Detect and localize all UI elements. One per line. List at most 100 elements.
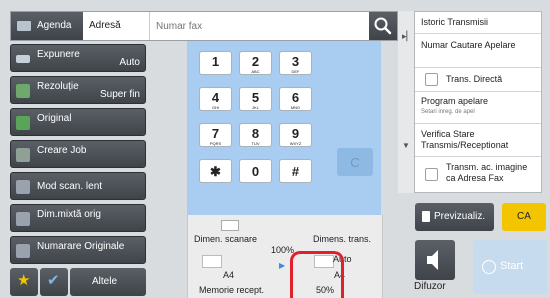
key-9-digit: 9: [291, 126, 300, 141]
send-image-as-fax-label: Transm. ac. imagine ca Adresa Fax: [446, 162, 528, 183]
key-1-digit: 1: [211, 54, 220, 69]
exposure-icon: [16, 55, 30, 63]
key-6-digit: 6: [291, 90, 300, 105]
key-2-letters: ABC: [251, 69, 260, 74]
clear-key-label: C: [350, 155, 360, 170]
send-image-as-fax-item[interactable]: Transm. ac. imagine ca Adresa Fax: [415, 157, 541, 192]
scan-size-label: Dimen. scanare: [194, 234, 258, 244]
direct-transmission-item[interactable]: Trans. Directă: [415, 68, 541, 92]
send-image-as-fax-checkbox[interactable]: [425, 168, 438, 181]
resolution-button[interactable]: Rezoluție Super fin: [10, 76, 146, 104]
key-7-letters: PQRS: [209, 141, 222, 146]
check-status-label: Verifica Stare Transmis/Receptionat: [421, 129, 509, 150]
speaker-label: Difuzor: [414, 281, 446, 292]
scroll-down-icon[interactable]: ▼: [402, 141, 410, 150]
key-7[interactable]: 7 PQRS: [199, 123, 232, 147]
ratio-value: 100%: [271, 245, 295, 255]
key-1[interactable]: 1: [199, 51, 232, 75]
scan-size-icon: [221, 220, 239, 231]
expand-panel-icon[interactable]: ▸▏: [402, 31, 413, 42]
key-2-digit: 2: [251, 54, 260, 69]
key-6-letters: MNO: [290, 105, 301, 110]
program-dial-label: Program apelare: [421, 96, 489, 106]
slow-scan-icon: [16, 180, 30, 194]
program-dial-sublabel: Setari inreg. de apel: [421, 109, 475, 115]
preview-button[interactable]: Previzualiz.: [415, 203, 494, 231]
memory-value: 50%: [316, 285, 335, 295]
key-hash[interactable]: #: [279, 159, 312, 183]
start-label: Start: [500, 260, 524, 272]
direct-transmission-label: Trans. Directă: [446, 74, 503, 84]
transmission-history-label: Istoric Transmisii: [421, 17, 489, 27]
direct-transmission-checkbox[interactable]: [425, 73, 438, 86]
preview-label: Previzualiz.: [434, 211, 486, 222]
other-button[interactable]: Altele: [70, 268, 146, 296]
key-3-digit: 3: [291, 54, 300, 69]
speaker-button[interactable]: [415, 240, 455, 280]
original-count-icon: [16, 244, 30, 258]
key-6[interactable]: 6 MNO: [279, 87, 312, 111]
address-book-icon: [17, 21, 31, 31]
key-9-letters: WXYZ: [289, 141, 302, 146]
job-build-label: Creare Job: [37, 145, 87, 156]
number-search-dial-label: Numar Cautare Apelare: [421, 40, 516, 50]
scan-paper-icon: [202, 255, 222, 268]
key-9[interactable]: 9 WXYZ: [279, 123, 312, 147]
other-label: Altele: [92, 276, 118, 287]
start-icon: [482, 260, 496, 274]
arrow-right-icon: ▶: [279, 261, 286, 270]
key-5[interactable]: 5 JKL: [239, 87, 272, 111]
check-status-item[interactable]: Verifica Stare Transmis/Receptionat: [415, 124, 541, 157]
check-button[interactable]: ✔: [40, 268, 68, 296]
key-0-digit: 0: [251, 164, 260, 179]
search-icon: [374, 17, 392, 35]
key-8[interactable]: 8 TUV: [239, 123, 272, 147]
key-5-letters: JKL: [252, 105, 259, 110]
exposure-button[interactable]: Expunere Auto: [10, 44, 146, 72]
mixed-size-label: Dim.mixtă orig: [37, 209, 101, 220]
key-2[interactable]: 2 ABC: [239, 51, 272, 75]
agenda-label: Agenda: [37, 20, 72, 31]
exposure-label: Expunere: [37, 49, 80, 60]
preview-icon: [422, 211, 430, 222]
program-dial-item[interactable]: Program apelare Setari inreg. de apel: [415, 92, 541, 124]
fax-number-input[interactable]: [149, 12, 369, 40]
clear-all-button[interactable]: CA: [502, 203, 546, 231]
favorites-button[interactable]: ★: [10, 268, 38, 296]
original-button[interactable]: Original: [10, 108, 146, 136]
original-label: Original: [37, 113, 72, 124]
speaker-icon: [427, 250, 438, 270]
address-bar: Agenda Adresă: [10, 11, 398, 41]
transmission-history-item[interactable]: Istoric Transmisii: [415, 12, 541, 34]
key-7-digit: 7: [211, 126, 220, 141]
key-8-digit: 8: [251, 126, 260, 141]
slow-scan-button[interactable]: Mod scan. lent: [10, 172, 146, 200]
action-panel: Istoric Transmisii Numar Cautare Apelare…: [414, 11, 542, 193]
job-build-button[interactable]: Creare Job: [10, 140, 146, 168]
clear-key[interactable]: C: [337, 148, 373, 176]
clear-all-label: CA: [517, 211, 531, 222]
key-hash-symbol: #: [291, 164, 300, 179]
slow-scan-label: Mod scan. lent: [37, 181, 103, 192]
key-4-digit: 4: [211, 90, 220, 105]
resolution-label: Rezoluție: [37, 81, 79, 92]
key-asterisk[interactable]: ✱: [199, 159, 232, 183]
memory-label: Memorie recept.: [199, 285, 265, 295]
original-count-button[interactable]: Numarare Originale: [10, 236, 146, 264]
send-size-label: Dimens. trans.: [313, 234, 372, 244]
star-icon: ★: [17, 272, 31, 289]
number-search-dial-item[interactable]: Numar Cautare Apelare: [415, 34, 541, 68]
agenda-button[interactable]: Agenda: [11, 12, 83, 40]
mixed-size-original-button[interactable]: Dim.mixtă orig: [10, 204, 146, 232]
key-8-letters: TUV: [251, 141, 260, 146]
key-5-digit: 5: [251, 90, 260, 105]
numeric-keypad: 1 2 ABC 3 DEF 4 GHI 5 JKL 6 MNO 7 PQRS 8 TUV 9W…: [187, 41, 381, 215]
search-button[interactable]: [369, 12, 397, 40]
scan-status-panel: Dimen. scanare Dimens. trans. 100% Auto …: [187, 215, 383, 298]
key-4-letters: GHI: [211, 105, 220, 110]
key-3[interactable]: 3 DEF: [279, 51, 312, 75]
key-4[interactable]: 4 GHI: [199, 87, 232, 111]
key-0[interactable]: 0: [239, 159, 272, 183]
start-button[interactable]: Start: [473, 240, 547, 294]
resolution-value: Super fin: [99, 89, 140, 100]
